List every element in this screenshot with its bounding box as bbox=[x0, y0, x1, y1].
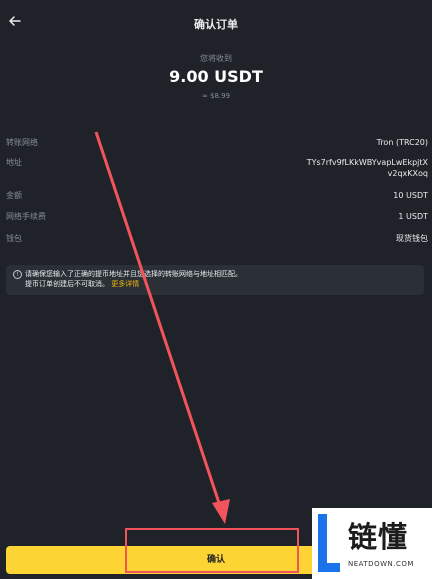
arrow-head bbox=[212, 499, 230, 524]
address-line-1: TYs7rfv9fLKkWBYvapLwEkpjtX bbox=[306, 158, 428, 167]
receive-amount: 9.00 USDT bbox=[169, 67, 263, 86]
detail-label: 钱包 bbox=[6, 234, 22, 243]
watermark-brand: 链懂 bbox=[348, 520, 409, 554]
warning-notice: ! 请确保您输入了正确的提币地址并且您选择的转账网络与地址相匹配。 提币订单创建… bbox=[6, 265, 424, 295]
detail-label: 金额 bbox=[6, 191, 22, 200]
arrow-shaft bbox=[94, 131, 224, 513]
notice-line-2: 提币订单创建后不可取消。 更多详情 bbox=[25, 279, 139, 289]
notice-line-1: 请确保您输入了正确的提币地址并且您选择的转账网络与地址相匹配。 bbox=[25, 270, 242, 278]
detail-value: 10 USDT bbox=[393, 191, 428, 200]
detail-label: 网络手续费 bbox=[6, 212, 46, 221]
watermark-domain: NEATDOWN.COM bbox=[348, 560, 414, 568]
detail-value: 1 USDT bbox=[398, 212, 428, 221]
info-icon: ! bbox=[13, 270, 22, 279]
detail-value-address: TYs7rfv9fLKkWBYvapLwEkpjtX v2qxKXoq bbox=[307, 157, 428, 179]
logo-l-icon bbox=[318, 514, 340, 572]
detail-value: 现货钱包 bbox=[396, 234, 428, 243]
usd-value: ≈ $8.99 bbox=[201, 92, 231, 100]
page-title: 确认订单 bbox=[194, 18, 238, 31]
detail-value: Tron (TRC20) bbox=[376, 138, 428, 147]
watermark-logo: 链懂 NEATDOWN.COM bbox=[312, 508, 432, 579]
detail-label: 地址 bbox=[6, 158, 22, 167]
top-bar: 确认订单 bbox=[0, 0, 432, 46]
detail-label: 转账网络 bbox=[6, 138, 38, 147]
receive-label: 您将收到 bbox=[200, 54, 232, 63]
more-details-link[interactable]: 更多详情 bbox=[111, 280, 139, 288]
notice-line-2-text: 提币订单创建后不可取消。 bbox=[25, 280, 109, 288]
address-line-2: v2qxKXoq bbox=[387, 169, 428, 178]
